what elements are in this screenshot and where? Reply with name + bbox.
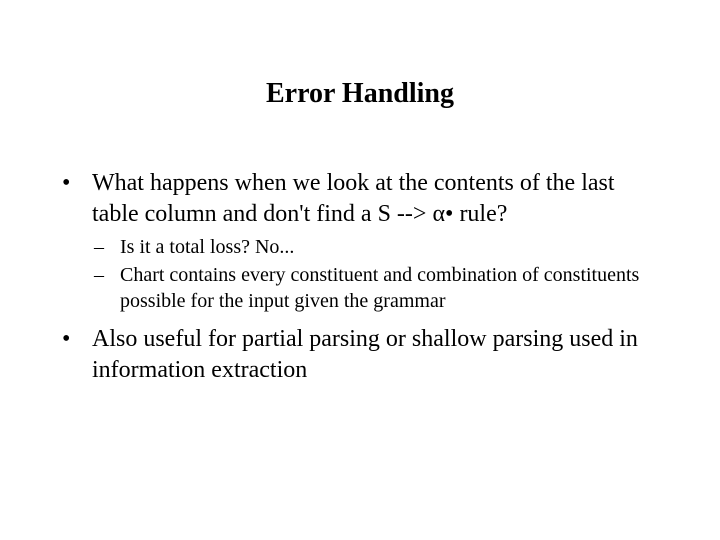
bullet-list: What happens when we look at the content… (58, 168, 662, 386)
bullet-item-1: What happens when we look at the content… (58, 168, 662, 314)
sub-bullet-1: Is it a total loss? No... (92, 235, 662, 261)
alpha-symbol: α (432, 201, 445, 227)
bullet-1-text-b: rule? (453, 201, 507, 227)
sub-bullet-2: Chart contains every constituent and com… (92, 263, 662, 314)
bullet-item-2: Also useful for partial parsing or shall… (58, 324, 662, 385)
sub-bullet-list: Is it a total loss? No... Chart contains… (92, 235, 662, 314)
bullet-1-text-a: What happens when we look at the content… (92, 170, 615, 227)
slide-title: Error Handling (58, 78, 662, 110)
